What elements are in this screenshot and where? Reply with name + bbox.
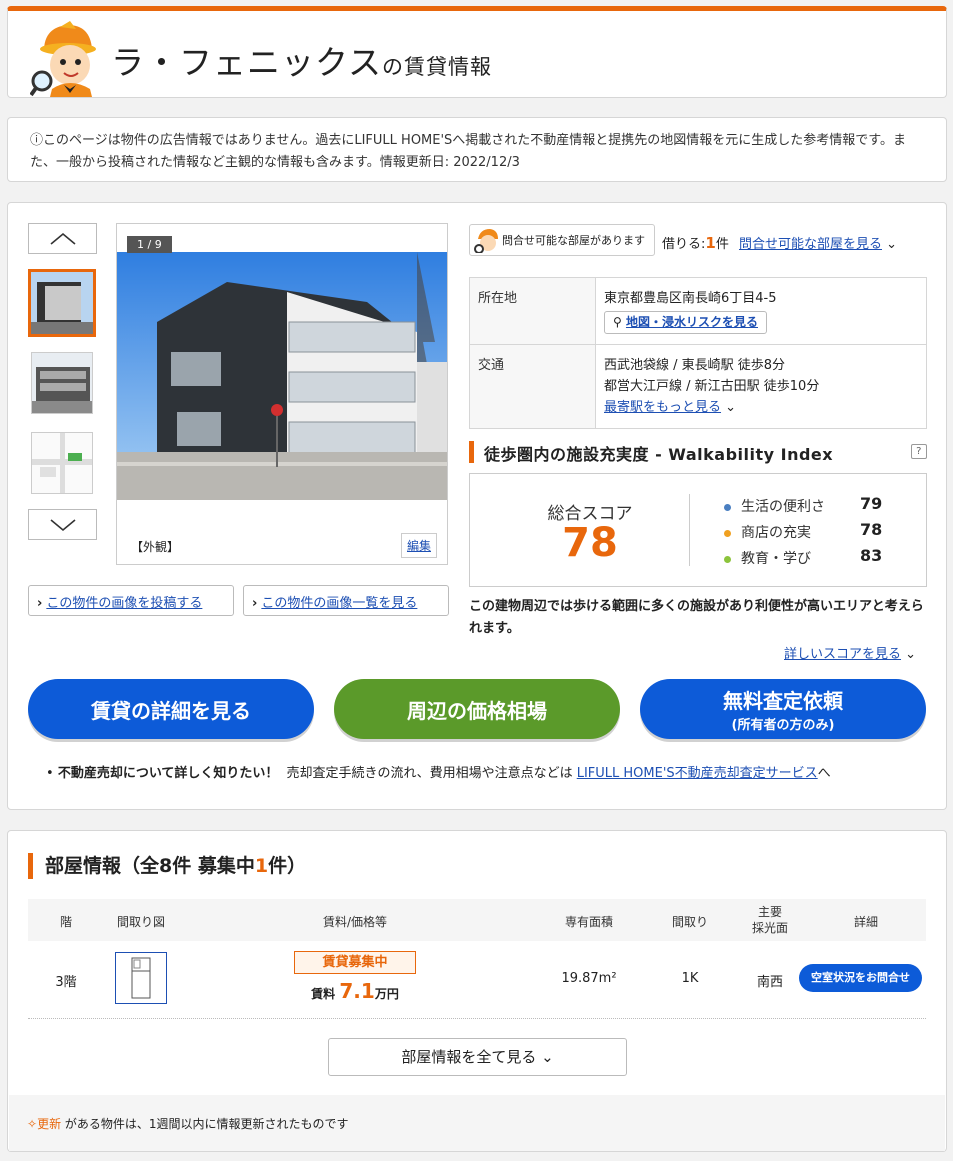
station-2: 都営大江戸線 / 新江古田駅 徒歩10分 [604,379,820,394]
chevron-down-icon: ⌄ [905,647,917,662]
walkability-score-box: 総合スコア 78 生活の便利さ 79 商店の充実 78 教育・学び 83 [469,473,927,587]
location-label: 所在地 [469,277,596,345]
room-area: 19.87m² [561,971,617,986]
rent-price: 賃料 7.1万円 [311,979,399,1003]
free-appraisal-button[interactable]: 無料査定依頼 (所有者の方のみ) [640,679,926,739]
edit-caption-button[interactable]: 編集 [400,533,437,558]
mascot-icon [474,229,498,253]
post-images-button[interactable]: › この物件の画像を投稿する [28,585,234,616]
dot-icon [724,503,731,511]
thumbnail-exterior[interactable] [28,269,96,337]
room-floor: 3階 [55,975,77,990]
sub-score-education: 教育・学び 83 [724,546,894,568]
vacancy-inquiry-button[interactable]: 空室状況をお問合せ [799,964,922,992]
view-inquiry-rooms-link[interactable]: 問合せ可能な部屋を見る [739,237,882,252]
building-photo[interactable] [117,252,447,500]
photo-counter: 1 / 9 [127,236,172,253]
total-score-value: 78 [562,520,618,566]
rooms-title: 部屋情報（全8件 募集中1件） [28,853,306,879]
map-risk-button[interactable]: ⚲ 地図・浸水リスクを見る [604,311,767,334]
room-info-section: 部屋情報（全8件 募集中1件） 階 間取り図 賃料/価格等 専有面積 間取り 主… [7,830,947,1152]
chevron-down-icon: ⌄ [886,237,898,252]
chevron-up-icon [49,232,76,245]
recruiting-badge: 賃貸募集中 [294,951,416,974]
help-icon[interactable]: ? [911,444,927,459]
walkability-heading: 徒歩圏内の施設充実度 - Walkability Index ? [469,441,927,464]
thumbnail-building[interactable] [31,352,93,414]
disclaimer-notice: ⓘこのページは物件の広告情報ではありません。過去にLIFULL HOME'Sへ掲… [7,117,947,182]
sell-info-note: • 不動産売却について詳しく知りたい！ 売却査定手続きの流れ、費用相場や注意点など… [46,766,831,781]
notice-text: ⓘこのページは物件の広告情報ではありません。過去にLIFULL HOME'Sへ掲… [30,133,907,170]
property-summary: 1 / 9 【外観】 編集 › この物件の画像を投稿する › この物件の画像一覧… [7,202,947,810]
sparkle-icon: ✧ [27,1117,38,1131]
photo-caption: 【外観】 [131,540,180,554]
chevron-down-icon: ⌄ [725,400,737,415]
main-photo-frame: 1 / 9 【外観】 編集 [116,223,448,565]
thumb-scroll-down-button[interactable] [28,509,97,540]
divider [689,494,690,566]
view-all-rooms-button[interactable]: 部屋情報を全て見る ⌄ [328,1038,627,1076]
inquiry-available-chip[interactable]: 問合せ可能な部屋があります [469,224,655,256]
page-header: ラ・フェニックスの賃貸情報 [7,6,947,98]
rooms-table-header: 階 間取り図 賃料/価格等 専有面積 間取り 主要 採光面 詳細 [28,899,926,941]
rent-details-button[interactable]: 賃貸の詳細を見る [28,679,314,739]
score-details-link[interactable]: 詳しいスコアを見る ⌄ [784,643,916,662]
chevron-down-icon: ⌄ [541,1048,554,1066]
more-stations-link[interactable]: 最寄駅をもっと見る [604,400,721,415]
map-pin-icon: ⚲ [613,315,626,329]
sub-score-shops: 商店の充実 78 [724,520,894,542]
dot-icon [724,555,731,563]
chevron-right-icon: › [252,596,258,611]
mascot-logo [29,19,104,97]
thumbnail-map[interactable] [31,432,93,494]
view-images-button[interactable]: › この物件の画像一覧を見る [243,585,449,616]
address: 東京都豊島区南長崎6丁目4-5 [604,291,777,306]
price-market-button[interactable]: 周辺の価格相場 [334,679,620,739]
update-legend: ✧更新 がある物件は、1週間以内に情報更新されたものです [9,1095,945,1151]
floorplan-image[interactable] [115,952,167,1004]
room-light-direction: 南西 [756,975,783,990]
station-1: 西武池袋線 / 東長崎駅 徒歩8分 [604,358,786,373]
transit-label: 交通 [469,344,596,429]
dot-icon [724,529,731,537]
bullet-icon: • [46,766,58,781]
table-row[interactable]: 3階 賃貸募集中 賃料 7.1万円 19.87m² 1K 南西 空室状況をお問合… [28,941,926,1019]
property-info-table: 所在地 東京都豊島区南長崎6丁目4-5 ⚲ 地図・浸水リスクを見る 交通 西武池… [469,277,927,429]
thumb-scroll-up-button[interactable] [28,223,97,254]
room-layout: 1K [681,971,699,986]
chevron-down-icon [49,518,76,531]
rent-count: 借りる:1件 問合せ可能な部屋を見る ⌄ [662,234,898,252]
sell-service-link[interactable]: LIFULL HOME'S不動産売却査定サービス [577,766,818,781]
walkability-description: この建物周辺では歩ける範囲に多くの施設があり利便性が高いエリアと考えられます。 [469,599,924,636]
page-title: ラ・フェニックスの賃貸情報 [111,43,493,82]
sub-score-convenience: 生活の便利さ 79 [724,494,894,516]
chevron-right-icon: › [37,596,43,611]
